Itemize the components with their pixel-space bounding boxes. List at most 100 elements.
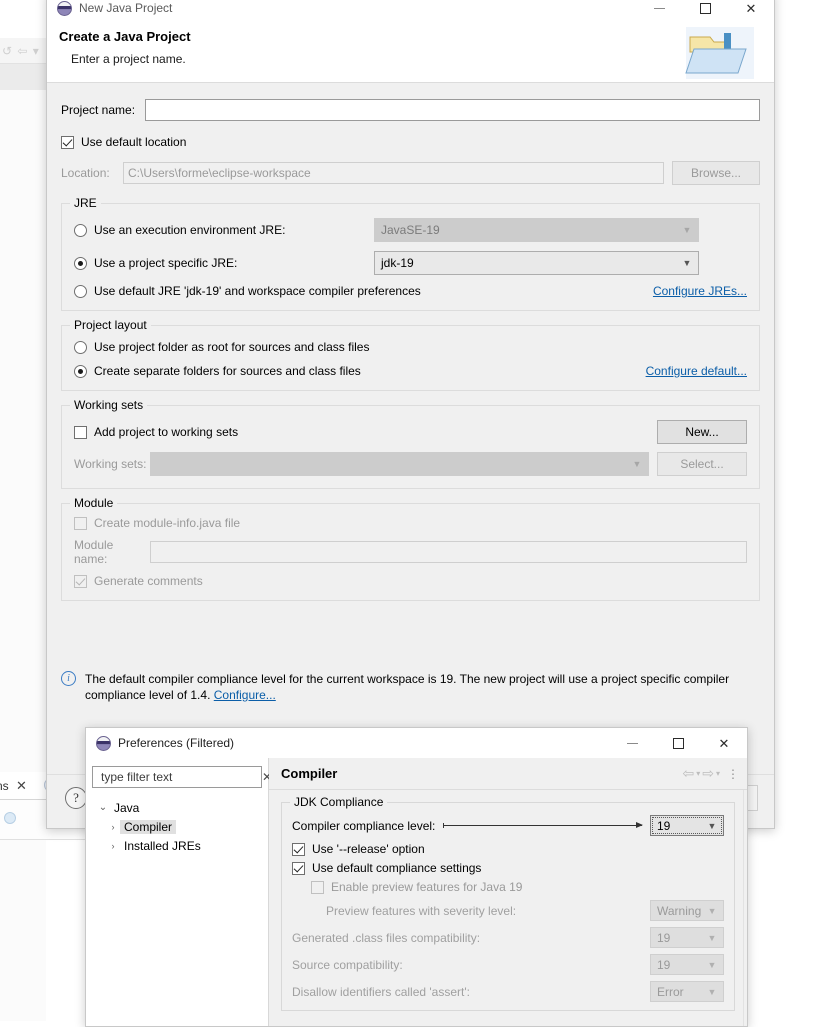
project-jre-combo[interactable]: jdk-19 ▼	[374, 251, 699, 275]
create-module-info-checkbox[interactable]	[74, 517, 87, 530]
jdk-compliance-title: JDK Compliance	[290, 795, 387, 809]
module-name-row: Module name:	[74, 538, 747, 566]
back-icon[interactable]: ⇦	[683, 765, 695, 782]
filter-input[interactable]	[99, 769, 258, 785]
browse-button[interactable]: Browse...	[672, 161, 760, 185]
layout-project-folder-label: Use project folder as root for sources a…	[94, 340, 369, 354]
location-row: Location: Browse...	[61, 161, 760, 185]
location-input[interactable]	[123, 162, 664, 184]
tree-item-java-label: Java	[110, 801, 143, 815]
generate-comments-checkbox[interactable]	[74, 575, 87, 588]
layout-project-folder-row[interactable]: Use project folder as root for sources a…	[74, 340, 747, 354]
source-compat-combo[interactable]: 19 ▼	[650, 954, 724, 975]
class-files-compat-label: Generated .class files compatibility:	[292, 931, 650, 945]
compliance-info-message: i The default compiler compliance level …	[61, 671, 760, 703]
jre-project-specific-radio[interactable]	[74, 257, 87, 270]
compliance-level-value: 19	[657, 819, 670, 833]
java-project-folder-icon	[684, 25, 756, 81]
jdk-compliance-group: JDK Compliance Compiler compliance level…	[281, 802, 735, 1011]
preferences-tree: ⌄ Java › Compiler › Installed JREs	[92, 798, 262, 855]
new-java-project-dialog: New Java Project ✕ Create a Java Project…	[46, 0, 775, 829]
use-default-compliance-checkbox[interactable]	[292, 862, 305, 875]
class-files-compat-row: Generated .class files compatibility: 19…	[292, 927, 724, 948]
maximize-button[interactable]	[655, 728, 701, 758]
module-group-title: Module	[70, 496, 117, 510]
eclipse-icon	[96, 736, 111, 751]
preferences-body: ✕ ⌄ Java › Compiler › Installed JREs C	[86, 758, 747, 1026]
jre-default-row: Use default JRE 'jdk-19' and workspace c…	[74, 284, 747, 298]
jre-execution-env-label: Use an execution environment JRE:	[94, 223, 374, 237]
use-default-location-row[interactable]: Use default location	[61, 135, 760, 149]
module-name-input[interactable]	[150, 541, 747, 563]
ide-editor-area	[0, 90, 46, 1021]
chevron-down-icon: ▼	[701, 987, 723, 997]
wizard-titlebar[interactable]: New Java Project ✕	[47, 0, 774, 23]
select-working-set-button[interactable]: Select...	[657, 452, 747, 476]
close-icon[interactable]: ✕	[16, 772, 27, 800]
eclipse-icon	[57, 1, 72, 16]
preview-severity-combo[interactable]: Warning ▼	[650, 900, 724, 921]
working-sets-group: Working sets Add project to working sets…	[61, 405, 760, 489]
minimize-button[interactable]	[609, 728, 655, 758]
back-dropdown-icon[interactable]: ▾	[696, 769, 700, 778]
preferences-scrollbar[interactable]	[743, 790, 747, 1026]
disallow-assert-value: Error	[657, 985, 684, 999]
forward-dropdown-icon[interactable]: ▾	[716, 769, 720, 778]
configure-default-link[interactable]: Configure default...	[646, 364, 747, 378]
use-default-location-checkbox[interactable]	[61, 136, 74, 149]
layout-project-folder-radio[interactable]	[74, 341, 87, 354]
disallow-assert-combo[interactable]: Error ▼	[650, 981, 724, 1002]
module-group: Module Create module-info.java file Modu…	[61, 503, 760, 601]
configure-jres-link[interactable]: Configure JREs...	[653, 284, 747, 298]
disallow-assert-label: Disallow identifiers called 'assert':	[292, 985, 650, 999]
execution-env-combo[interactable]: JavaSE-19 ▼	[374, 218, 699, 242]
jdk-compliance-section: JDK Compliance Compiler compliance level…	[269, 790, 747, 1011]
compliance-level-combo[interactable]: 19 ▼	[650, 815, 724, 836]
jre-group: JRE Use an execution environment JRE: Ja…	[61, 203, 760, 311]
jre-default-label: Use default JRE 'jdk-19' and workspace c…	[94, 284, 653, 298]
close-button[interactable]: ✕	[728, 0, 774, 23]
preferences-titlebar[interactable]: Preferences (Filtered) ✕	[86, 728, 747, 758]
layout-separate-folders-label: Create separate folders for sources and …	[94, 364, 646, 378]
chevron-right-icon[interactable]: ›	[106, 822, 120, 832]
chevron-right-icon[interactable]: ›	[106, 841, 120, 851]
module-name-label: Module name:	[74, 538, 150, 566]
project-name-input[interactable]	[145, 99, 760, 121]
close-button[interactable]: ✕	[701, 728, 747, 758]
new-working-set-button[interactable]: New...	[657, 420, 747, 444]
chevron-down-icon[interactable]: ⌄	[96, 802, 110, 813]
tree-item-compiler[interactable]: › Compiler	[92, 817, 262, 836]
chevron-down-icon: ▼	[701, 960, 723, 970]
class-files-compat-combo[interactable]: 19 ▼	[650, 927, 724, 948]
help-icon[interactable]: ?	[65, 787, 87, 809]
jre-default-radio[interactable]	[74, 285, 87, 298]
preferences-dialog: Preferences (Filtered) ✕ ✕ ⌄ Java › Comp…	[85, 727, 748, 1027]
preferences-page-header: Compiler ⇦ ▾ ⇨ ▾ ⋮	[269, 758, 747, 790]
preview-severity-label: Preview features with severity level:	[326, 904, 650, 918]
add-working-sets-checkbox[interactable]	[74, 426, 87, 439]
use-release-option-checkbox[interactable]	[292, 843, 305, 856]
ide-toolbar-band	[0, 64, 46, 90]
chevron-down-icon: ▼	[701, 906, 723, 916]
preview-severity-row: Preview features with severity level: Wa…	[292, 900, 724, 921]
working-sets-combo[interactable]: ▼	[150, 452, 649, 476]
use-release-option-label: Use '--release' option	[312, 842, 425, 856]
menu-icon[interactable]: ⋮	[722, 770, 739, 778]
jre-execution-env-radio[interactable]	[74, 224, 87, 237]
forward-icon[interactable]: ⇨	[702, 765, 714, 782]
chevron-down-icon: ▼	[676, 258, 698, 268]
ide-toolbar-icons[interactable]: ↺ ⇦ ▾	[0, 42, 46, 60]
tree-item-java[interactable]: ⌄ Java	[92, 798, 262, 817]
create-module-info-row: Create module-info.java file	[74, 516, 747, 530]
layout-separate-folders-radio[interactable]	[74, 365, 87, 378]
maximize-button[interactable]	[682, 0, 728, 23]
enable-preview-checkbox[interactable]	[311, 881, 324, 894]
filter-box[interactable]: ✕	[92, 766, 262, 788]
chevron-down-icon: ▼	[701, 933, 723, 943]
tree-item-installed-jres[interactable]: › Installed JREs	[92, 836, 262, 855]
minimize-button[interactable]	[636, 0, 682, 23]
compliance-level-label: Compiler compliance level:	[292, 819, 435, 833]
use-default-location-label: Use default location	[81, 135, 186, 149]
configure-compliance-link[interactable]: Configure...	[214, 688, 276, 702]
layout-separate-folders-row: Create separate folders for sources and …	[74, 364, 747, 378]
